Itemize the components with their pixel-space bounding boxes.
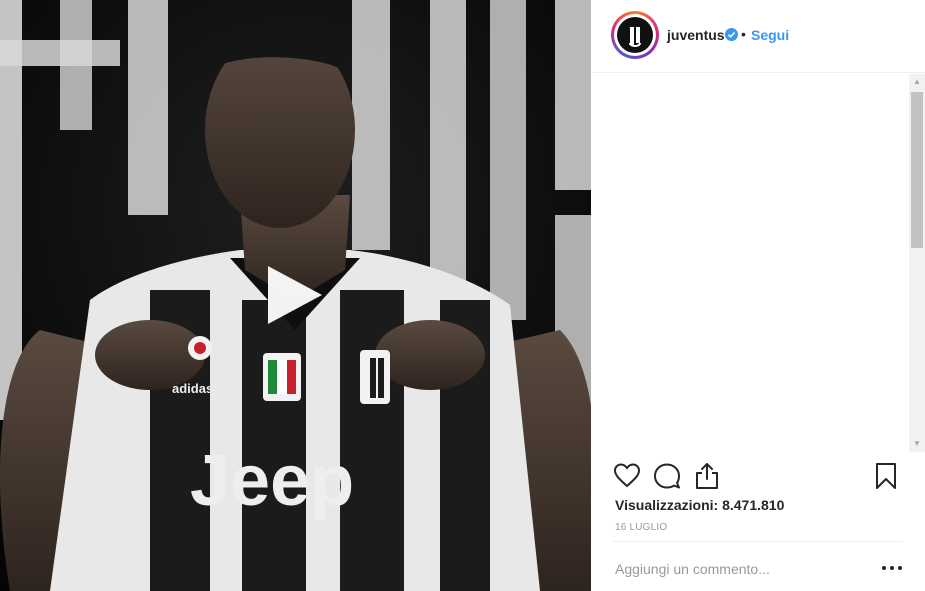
scroll-up-arrow-icon[interactable]: ▲ (909, 74, 925, 90)
view-count[interactable]: Visualizzazioni: 8.471.810 (615, 497, 784, 513)
play-icon[interactable] (262, 262, 326, 328)
avatar[interactable] (611, 11, 659, 59)
kit-brand: adidas (172, 381, 213, 396)
separator-dot: • (741, 26, 746, 42)
heart-icon[interactable] (613, 462, 641, 490)
more-options-icon[interactable] (881, 558, 903, 578)
follow-button[interactable]: Segui (751, 27, 789, 43)
post-actions (613, 462, 913, 490)
comment-input[interactable] (613, 556, 857, 582)
comment-icon[interactable] (653, 462, 681, 490)
post-header: juventus • Segui (591, 0, 925, 73)
post-media[interactable]: Jeep adidas (0, 0, 591, 591)
post-sidebar: juventus • Segui ▲ ▼ Visualizzazioni: 8.… (591, 0, 925, 591)
verified-badge-icon (725, 28, 738, 41)
juventus-logo-icon (617, 17, 653, 53)
comments-list (613, 73, 909, 451)
jersey-sponsor: Jeep (190, 441, 354, 521)
username-link[interactable]: juventus (667, 27, 725, 43)
scroll-thumb[interactable] (911, 92, 923, 248)
comments-scrollbar[interactable]: ▲ ▼ (909, 74, 925, 452)
scroll-down-arrow-icon[interactable]: ▼ (909, 436, 925, 452)
share-icon[interactable] (693, 462, 721, 490)
bookmark-icon[interactable] (872, 462, 900, 490)
divider (613, 541, 903, 542)
post-date[interactable]: 16 LUGLIO (615, 522, 667, 533)
